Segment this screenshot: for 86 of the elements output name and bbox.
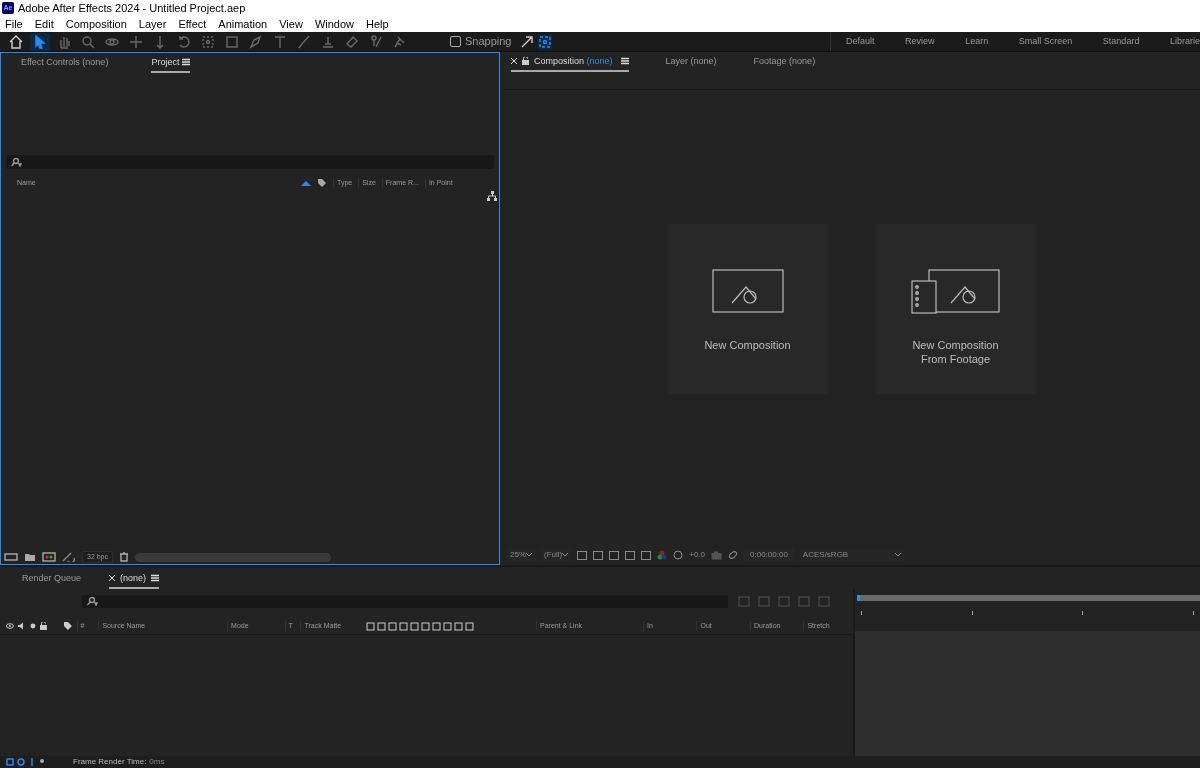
solo-icon[interactable] <box>29 623 36 629</box>
chevron-icon <box>562 553 569 557</box>
window-title: Adobe After Effects 2024 - Untitled Project.aep <box>18 0 246 16</box>
brush-icon <box>296 33 312 50</box>
search-icon <box>10 157 22 167</box>
chevron-icon <box>894 553 901 557</box>
tool-button[interactable] <box>30 32 50 51</box>
workspace-tab[interactable]: Review <box>905 34 935 49</box>
card-label: New Composition From Footage <box>911 337 1000 366</box>
link-icon[interactable] <box>728 550 739 560</box>
search-field[interactable] <box>6 155 494 169</box>
ruler-tick <box>1082 611 1084 615</box>
expand-icon[interactable] <box>519 34 534 49</box>
rectangle-icon <box>224 33 240 50</box>
snapping-label: Snapping <box>465 34 512 50</box>
scrollbar[interactable] <box>135 552 332 562</box>
search-icon <box>86 596 98 606</box>
arrow-pointer-icon <box>32 33 48 50</box>
panel-tab[interactable]: Layer (none) <box>655 54 717 72</box>
menu-item[interactable]: Help <box>366 15 389 33</box>
tag-icon <box>62 621 73 631</box>
new-composition-card[interactable]: New Composition From Footage <box>875 223 1036 394</box>
close-icon[interactable] <box>109 575 116 582</box>
panel-tab[interactable]: Footage (none) <box>743 54 816 72</box>
tag-icon <box>317 178 327 188</box>
frame-render-value: 0ms <box>149 756 165 768</box>
workspace-tab[interactable]: Small Screen <box>1018 34 1073 49</box>
workspace-tab[interactable]: Librarie <box>1169 34 1200 49</box>
eye-icon[interactable] <box>6 623 14 629</box>
chevron-icon <box>526 553 532 557</box>
color-channels-icon[interactable] <box>657 550 668 560</box>
panel-tab[interactable]: Composition (none) <box>511 54 629 72</box>
menu-icon[interactable] <box>620 57 629 66</box>
pen-icon <box>248 33 264 50</box>
menu-item[interactable]: Composition <box>65 15 127 33</box>
sort-arrow-icon[interactable] <box>301 180 311 186</box>
roto-icon <box>368 33 384 50</box>
menu-item[interactable]: Edit <box>34 15 54 33</box>
frame-render-label: Frame Render Time: <box>73 756 147 768</box>
menu-item[interactable]: Animation <box>218 15 268 33</box>
film-composition-icon <box>910 268 1001 314</box>
workspace-tab[interactable]: Default <box>846 34 875 49</box>
panel-tab[interactable]: Project <box>151 55 191 73</box>
lock-icon[interactable] <box>39 622 47 630</box>
trash-icon[interactable] <box>119 552 130 562</box>
menu-item[interactable]: Layer <box>138 15 167 33</box>
ruler-tick <box>1192 611 1194 615</box>
panel-tab[interactable]: Render Queue <box>22 571 82 589</box>
speaker-icon[interactable] <box>17 622 26 630</box>
ruler-tick <box>971 611 973 615</box>
menu-item[interactable]: Window <box>314 15 354 33</box>
folder-icon[interactable] <box>24 552 36 562</box>
close-icon[interactable] <box>511 58 517 65</box>
navigator-handle[interactable] <box>857 595 860 601</box>
layer-icon[interactable] <box>6 758 14 766</box>
new-composition-card[interactable]: New Composition <box>667 223 828 394</box>
exposure-value[interactable]: +0.0 <box>689 549 706 561</box>
anchor-point-icon <box>200 33 216 50</box>
exposure-icon[interactable] <box>673 550 684 560</box>
menu-icon[interactable] <box>151 574 160 583</box>
composition-icon <box>711 268 784 314</box>
card-label: New Composition <box>703 337 792 352</box>
render-settings-icon[interactable] <box>62 552 76 562</box>
snapping-checkbox[interactable] <box>450 36 461 47</box>
workspace-tab[interactable]: Learn <box>965 34 989 49</box>
menu-icon[interactable] <box>182 58 191 67</box>
zoom-icon <box>80 33 96 50</box>
panel-tab[interactable]: Effect Controls (none) <box>21 55 109 73</box>
blending-icon[interactable] <box>17 758 25 766</box>
ruler-tick <box>861 611 862 615</box>
menu-item[interactable]: View <box>279 15 303 33</box>
menu-item[interactable]: File <box>5 15 23 33</box>
eraser-icon <box>344 33 360 50</box>
rotate-icon <box>176 33 192 50</box>
workspace-tab[interactable]: Standard <box>1102 34 1140 49</box>
crosshair-icon <box>128 33 144 50</box>
panel-tab[interactable]: (none) <box>109 571 160 589</box>
menu-item[interactable]: Effect <box>178 15 207 33</box>
new-composition-icon[interactable] <box>42 552 56 562</box>
hierarchy-icon[interactable] <box>487 191 497 201</box>
home-icon <box>8 33 24 50</box>
type-icon <box>272 33 288 50</box>
lock-icon[interactable] <box>522 57 529 66</box>
focus-icon[interactable] <box>537 34 552 49</box>
search-field[interactable] <box>82 594 728 608</box>
interpret-footage-icon[interactable] <box>4 552 18 562</box>
